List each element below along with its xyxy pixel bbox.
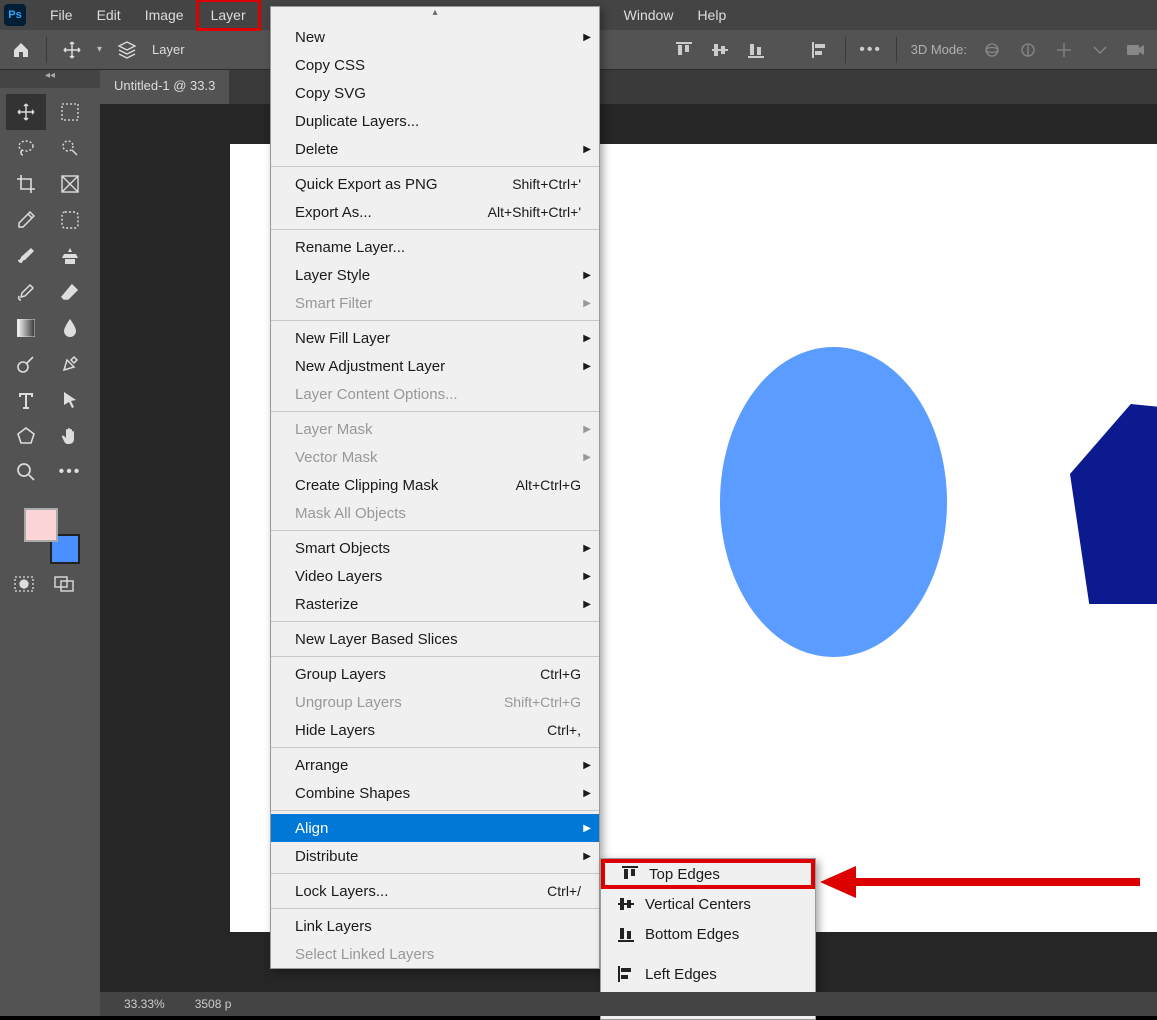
blur-tool[interactable] [50, 310, 90, 346]
menu-scroll-up[interactable]: ▴ [271, 7, 599, 23]
menu-image[interactable]: Image [133, 2, 196, 28]
quick-select-tool[interactable] [50, 130, 90, 166]
toolbox: ◂◂ ••• [0, 70, 100, 1016]
more-icon[interactable]: ••• [860, 39, 882, 61]
align-vcenter-icon[interactable] [709, 39, 731, 61]
menu-help[interactable]: Help [685, 2, 738, 28]
menu-item-new-adjustment-layer[interactable]: New Adjustment Layer▶ [271, 352, 599, 380]
menu-item-mask-all-objects: Mask All Objects [271, 499, 599, 527]
eraser-tool[interactable] [50, 274, 90, 310]
toolbox-collapse[interactable]: ◂◂ [0, 70, 100, 88]
spot-heal-tool[interactable] [50, 202, 90, 238]
color-swatches[interactable] [20, 508, 80, 564]
align-bottom-icon [617, 925, 635, 943]
crop-tool[interactable] [6, 166, 46, 202]
status-bar: 33.33% 3508 p [100, 992, 1157, 1016]
marquee-tool[interactable] [50, 94, 90, 130]
layer-label: Layer [152, 42, 185, 57]
menu-item-layer-mask: Layer Mask▶ [271, 415, 599, 443]
menu-item-hide-layers[interactable]: Hide LayersCtrl+, [271, 716, 599, 744]
align-left-icon [617, 965, 635, 983]
layers-stack-icon[interactable] [116, 39, 138, 61]
align-left-icon[interactable] [809, 39, 831, 61]
menu-layer[interactable]: Layer [196, 0, 261, 31]
path-select-tool[interactable] [50, 382, 90, 418]
zoom-tool[interactable] [6, 454, 46, 490]
dodge-tool[interactable] [6, 346, 46, 382]
clone-stamp-tool[interactable] [50, 238, 90, 274]
zoom-level[interactable]: 33.33% [124, 997, 165, 1011]
align-top-icon [621, 865, 639, 883]
menu-item-layer-content-options-: Layer Content Options... [271, 380, 599, 408]
annotation-arrow [820, 866, 1140, 896]
eyedropper-tool[interactable] [6, 202, 46, 238]
menu-window[interactable]: Window [612, 2, 686, 28]
align-top-icon[interactable] [673, 39, 695, 61]
hand-tool[interactable] [50, 418, 90, 454]
3d-camera-icon[interactable] [1125, 39, 1147, 61]
ellipse-shape [720, 347, 947, 657]
edit-toolbar[interactable]: ••• [50, 454, 90, 490]
layer-menu: ▴ New▶Copy CSSCopy SVGDuplicate Layers..… [270, 6, 600, 969]
3d-orbit-icon[interactable] [981, 39, 1003, 61]
menu-file[interactable]: File [38, 2, 85, 28]
gradient-tool[interactable] [6, 310, 46, 346]
pentagon-shape [1070, 404, 1157, 604]
menu-item-copy-svg[interactable]: Copy SVG [271, 79, 599, 107]
doc-info: 3508 p [195, 997, 232, 1011]
menu-item-duplicate-layers-[interactable]: Duplicate Layers... [271, 107, 599, 135]
menu-item-layer-style[interactable]: Layer Style▶ [271, 261, 599, 289]
align-vertical-centers[interactable]: Vertical Centers [601, 889, 815, 919]
align-left-edges[interactable]: Left Edges [601, 959, 815, 989]
menu-item-export-as-[interactable]: Export As...Alt+Shift+Ctrl+' [271, 198, 599, 226]
menu-item-select-linked-layers: Select Linked Layers [271, 940, 599, 968]
home-icon[interactable] [10, 39, 32, 61]
menu-item-link-layers[interactable]: Link Layers [271, 912, 599, 940]
menu-item-smart-filter: Smart Filter▶ [271, 289, 599, 317]
menu-item-delete[interactable]: Delete▶ [271, 135, 599, 163]
foreground-color-swatch[interactable] [24, 508, 58, 542]
menu-item-video-layers[interactable]: Video Layers▶ [271, 562, 599, 590]
menu-item-copy-css[interactable]: Copy CSS [271, 51, 599, 79]
shape-tool[interactable] [6, 418, 46, 454]
menu-item-rename-layer-[interactable]: Rename Layer... [271, 233, 599, 261]
ps-logo: Ps [4, 4, 26, 26]
history-brush-tool[interactable] [6, 274, 46, 310]
lasso-tool[interactable] [6, 130, 46, 166]
align-bottom-icon[interactable] [745, 39, 767, 61]
3d-mode-label: 3D Mode: [911, 42, 967, 57]
3d-pan-icon[interactable] [1053, 39, 1075, 61]
3d-slide-icon[interactable] [1089, 39, 1111, 61]
screen-mode-icon[interactable] [54, 576, 74, 592]
menu-item-vector-mask: Vector Mask▶ [271, 443, 599, 471]
align-bottom-edges[interactable]: Bottom Edges [601, 919, 815, 949]
menu-item-combine-shapes[interactable]: Combine Shapes▶ [271, 779, 599, 807]
align-vcenter-icon [617, 895, 635, 913]
menu-item-distribute[interactable]: Distribute▶ [271, 842, 599, 870]
menu-item-smart-objects[interactable]: Smart Objects▶ [271, 534, 599, 562]
move-tool[interactable] [6, 94, 46, 130]
pen-tool[interactable] [50, 346, 90, 382]
frame-tool[interactable] [50, 166, 90, 202]
menu-item-arrange[interactable]: Arrange▶ [271, 751, 599, 779]
menu-item-new[interactable]: New▶ [271, 23, 599, 51]
move-arrows-icon[interactable] [61, 39, 83, 61]
menu-item-align[interactable]: Align▶ [271, 814, 599, 842]
brush-tool[interactable] [6, 238, 46, 274]
menu-item-group-layers[interactable]: Group LayersCtrl+G [271, 660, 599, 688]
menu-item-rasterize[interactable]: Rasterize▶ [271, 590, 599, 618]
quick-mask-icon[interactable] [14, 576, 34, 592]
menu-item-create-clipping-mask[interactable]: Create Clipping MaskAlt+Ctrl+G [271, 471, 599, 499]
menu-item-lock-layers-[interactable]: Lock Layers...Ctrl+/ [271, 877, 599, 905]
document-tab-bar: Untitled-1 @ 33.3 [100, 70, 1157, 104]
menu-item-ungroup-layers: Ungroup LayersShift+Ctrl+G [271, 688, 599, 716]
3d-rotate-icon[interactable] [1017, 39, 1039, 61]
menu-item-quick-export-as-png[interactable]: Quick Export as PNGShift+Ctrl+' [271, 170, 599, 198]
align-top-edges[interactable]: Top Edges [601, 859, 815, 889]
menu-item-new-fill-layer[interactable]: New Fill Layer▶ [271, 324, 599, 352]
document-tab[interactable]: Untitled-1 @ 33.3 [100, 70, 229, 104]
menu-item-new-layer-based-slices[interactable]: New Layer Based Slices [271, 625, 599, 653]
type-tool[interactable] [6, 382, 46, 418]
menu-edit[interactable]: Edit [85, 2, 133, 28]
